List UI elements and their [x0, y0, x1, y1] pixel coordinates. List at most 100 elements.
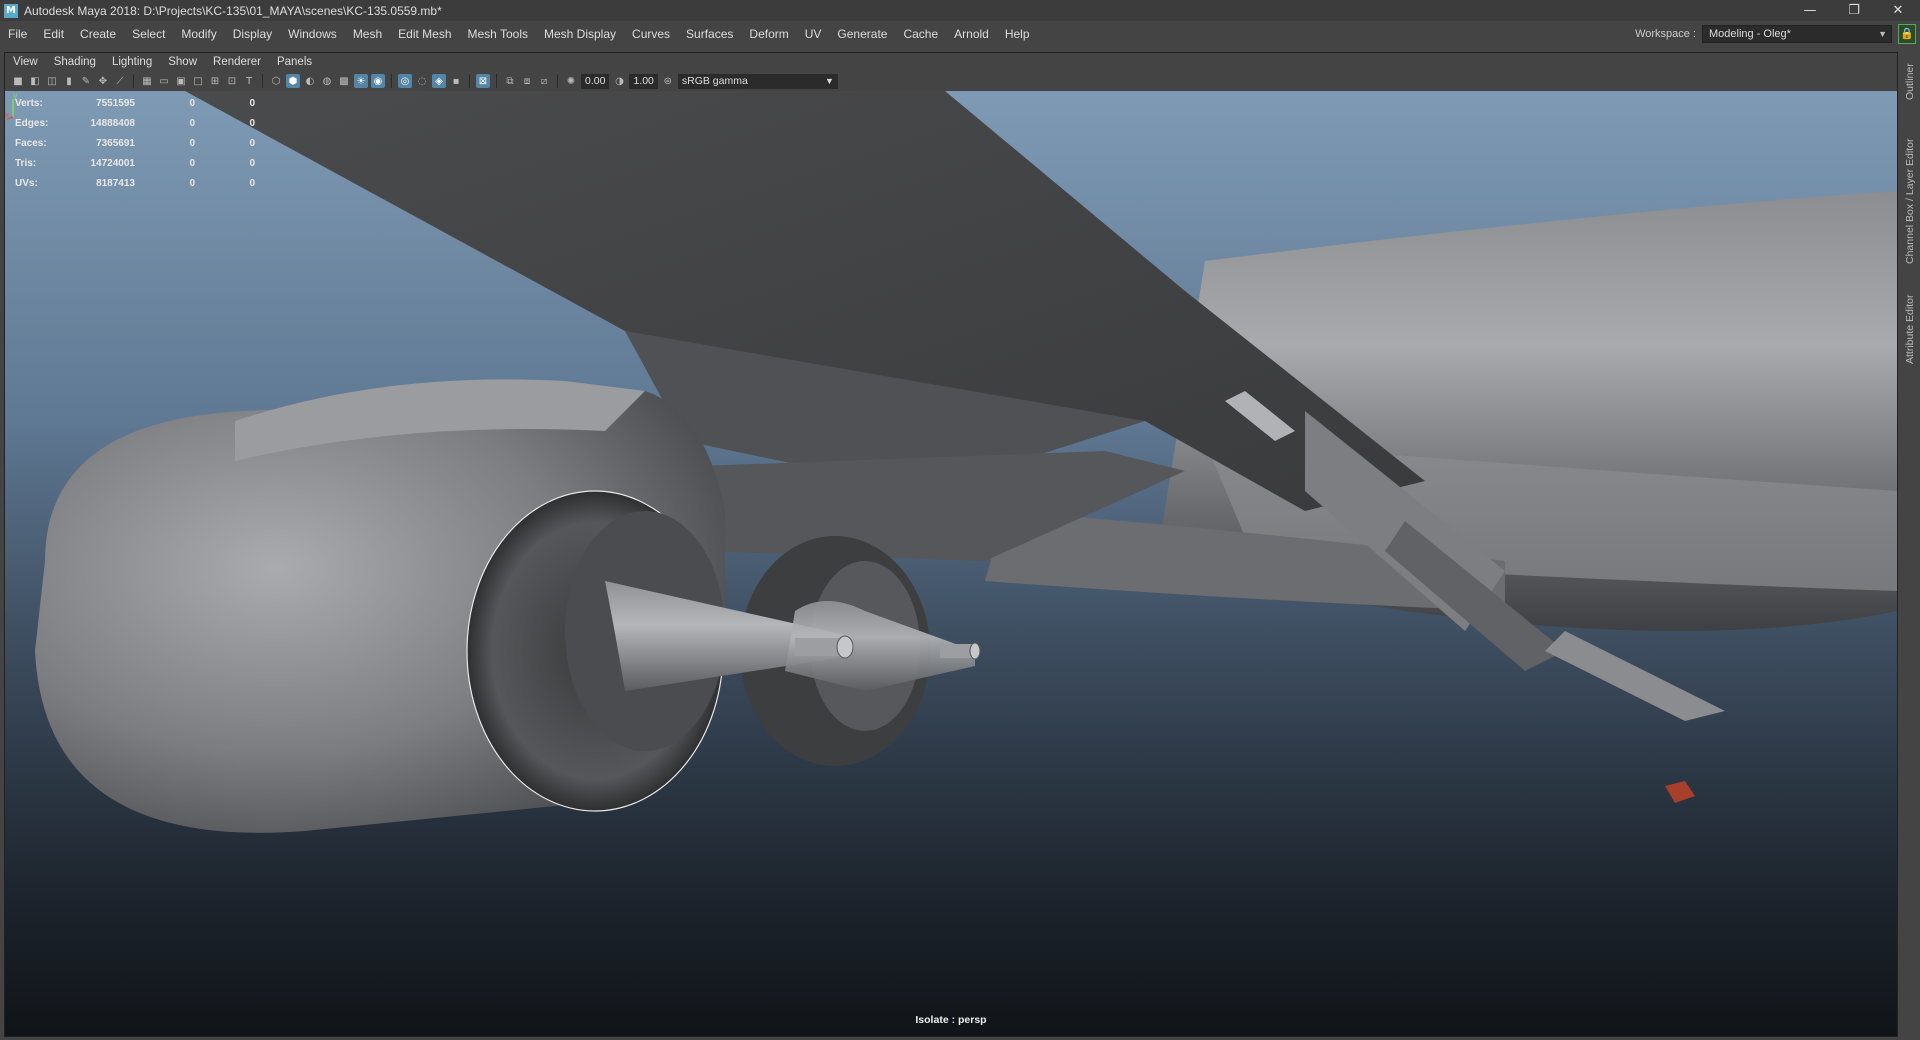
panel-menu-show[interactable]: Show: [160, 56, 205, 68]
menu-mesh-display[interactable]: Mesh Display: [536, 27, 624, 41]
camera-attributes-icon[interactable]: ◧: [28, 74, 42, 88]
camera-icon[interactable]: ■: [11, 74, 25, 88]
menu-mesh-tools[interactable]: Mesh Tools: [460, 27, 536, 41]
multisample-icon[interactable]: ⧉: [503, 74, 517, 88]
smooth-shade-icon[interactable]: ⬢: [286, 74, 300, 88]
chevron-down-icon: ▼: [1878, 28, 1887, 39]
xray-active-icon[interactable]: ▪: [449, 74, 463, 88]
hud-value: 8187413: [96, 177, 135, 189]
hud-selected: 0: [189, 137, 195, 149]
scene-render: [35, 91, 1897, 833]
depth-of-field-icon[interactable]: ⧄: [537, 74, 551, 88]
color-management-icon[interactable]: ⊜: [661, 74, 675, 88]
menu-edit-mesh[interactable]: Edit Mesh: [390, 27, 459, 41]
xray-icon[interactable]: ◌: [415, 74, 429, 88]
panel-menu-panels[interactable]: Panels: [269, 56, 320, 68]
wireframe-icon[interactable]: ⬡: [269, 74, 283, 88]
side-tab-strip: Outliner Channel Box / Layer Editor Attr…: [1900, 52, 1920, 1037]
panel-menu-lighting[interactable]: Lighting: [104, 56, 160, 68]
hud-row-tris: Tris: 14724001 0 0: [15, 153, 255, 173]
field-chart-icon[interactable]: ⊞: [208, 74, 222, 88]
menu-surfaces[interactable]: Surfaces: [678, 27, 741, 41]
minimize-button[interactable]: —: [1788, 0, 1832, 21]
window-title: Autodesk Maya 2018: D:\Projects\KC-135\0…: [24, 3, 442, 18]
restore-button[interactable]: ❐: [1832, 0, 1876, 21]
safe-action-icon[interactable]: ⊡: [225, 74, 239, 88]
title-bar: M Autodesk Maya 2018: D:\Projects\KC-135…: [0, 0, 1920, 21]
axis-gizmo-icon: y x: [5, 91, 18, 120]
maya-logo-icon: M: [4, 3, 18, 18]
panel-toolbar: ■ ◧ ◫ ▮ ✎ ✥ ⟋ ▦ ▭ ▣ □ ⊞ ⊡ T ⬡ ⬢ ◐ ◍ ▩ ☀ …: [5, 71, 1897, 91]
workspace-label: Workspace :: [1635, 27, 1696, 40]
image-plane-icon[interactable]: ◫: [45, 74, 59, 88]
tab-outliner[interactable]: Outliner: [1900, 56, 1920, 108]
exposure-icon[interactable]: ✺: [564, 74, 578, 88]
hud-value: 7365691: [96, 137, 135, 149]
hud-selected: 0: [189, 157, 195, 169]
workspace-dropdown[interactable]: Modeling - Oleg* ▼: [1702, 24, 1892, 43]
pan-zoom-icon[interactable]: ✥: [96, 74, 110, 88]
hud-row-uvs: UVs: 8187413 0 0: [15, 173, 255, 193]
film-gate-icon[interactable]: ▭: [157, 74, 171, 88]
hud-components: 0: [249, 177, 255, 189]
screen-space-icon[interactable]: ⧈: [520, 74, 534, 88]
isolate-view-icon[interactable]: ⊠: [476, 74, 490, 88]
exposure-field[interactable]: 0.00: [581, 73, 610, 89]
panel-menu-bar: View Shading Lighting Show Renderer Pane…: [5, 53, 1897, 71]
menu-uv[interactable]: UV: [797, 27, 830, 41]
brush-icon[interactable]: ⟋: [113, 74, 127, 88]
hud-selected: 0: [189, 97, 195, 109]
menu-deform[interactable]: Deform: [741, 27, 796, 41]
isolate-camera-label: Isolate : persp: [915, 1014, 987, 1026]
menu-mesh[interactable]: Mesh: [345, 27, 390, 41]
toolbar-divider: [262, 74, 263, 88]
gamma-icon[interactable]: ◑: [612, 74, 626, 88]
menu-cache[interactable]: Cache: [895, 27, 946, 41]
menu-arnold[interactable]: Arnold: [946, 27, 997, 41]
use-all-lights-icon[interactable]: ▩: [337, 74, 351, 88]
menu-display[interactable]: Display: [225, 27, 280, 41]
menu-windows[interactable]: Windows: [280, 27, 345, 41]
panel-menu-shading[interactable]: Shading: [46, 56, 104, 68]
xray-joints-icon[interactable]: ◈: [432, 74, 446, 88]
hud-row-edges: Edges: 14888408 0 0: [15, 113, 255, 133]
bookmark-icon[interactable]: ▮: [62, 74, 76, 88]
lock-icon[interactable]: 🔒: [1898, 23, 1916, 44]
textured-icon[interactable]: ◍: [320, 74, 334, 88]
hud-components: 0: [249, 97, 255, 109]
gate-mask-icon[interactable]: □: [191, 74, 205, 88]
wireframe-on-shaded-icon[interactable]: ◐: [303, 74, 317, 88]
isolate-select-icon[interactable]: ◎: [398, 74, 412, 88]
3d-viewport[interactable]: Verts: 7551595 0 0 Edges: 14888408 0 0 F…: [5, 91, 1897, 1036]
ambient-occlusion-icon[interactable]: ◉: [371, 74, 385, 88]
safe-title-icon[interactable]: T: [242, 74, 256, 88]
panel-menu-renderer[interactable]: Renderer: [205, 56, 269, 68]
panel-menu-view[interactable]: View: [5, 56, 46, 68]
menu-edit[interactable]: Edit: [35, 27, 72, 41]
view-transform-dropdown[interactable]: sRGB gamma ▼: [677, 73, 838, 89]
tab-channel-box[interactable]: Channel Box / Layer Editor: [1900, 126, 1920, 276]
hud-label: Faces:: [15, 137, 47, 149]
menu-select[interactable]: Select: [124, 27, 173, 41]
chevron-down-icon: ▼: [824, 76, 834, 86]
menu-file[interactable]: File: [0, 27, 35, 41]
tab-attribute-editor[interactable]: Attribute Editor: [1900, 284, 1920, 374]
gamma-field[interactable]: 1.00: [629, 73, 658, 89]
grease-pencil-icon[interactable]: ✎: [79, 74, 93, 88]
toolbar-divider: [469, 74, 470, 88]
hud-selected: 0: [189, 117, 195, 129]
resolution-gate-icon[interactable]: ▣: [174, 74, 188, 88]
hud-selected: 0: [189, 177, 195, 189]
toolbar-divider: [133, 74, 134, 88]
shadows-icon[interactable]: ☀: [354, 74, 368, 88]
hud-label: Tris:: [15, 157, 37, 169]
menu-curves[interactable]: Curves: [624, 27, 678, 41]
menu-generate[interactable]: Generate: [829, 27, 895, 41]
menu-help[interactable]: Help: [997, 27, 1038, 41]
menu-create[interactable]: Create: [72, 27, 124, 41]
menu-modify[interactable]: Modify: [173, 27, 224, 41]
grid-icon[interactable]: ▦: [140, 74, 154, 88]
hud-row-faces: Faces: 7365691 0 0: [15, 133, 255, 153]
hud-value: 14724001: [90, 157, 136, 169]
close-button[interactable]: ✕: [1876, 0, 1920, 21]
